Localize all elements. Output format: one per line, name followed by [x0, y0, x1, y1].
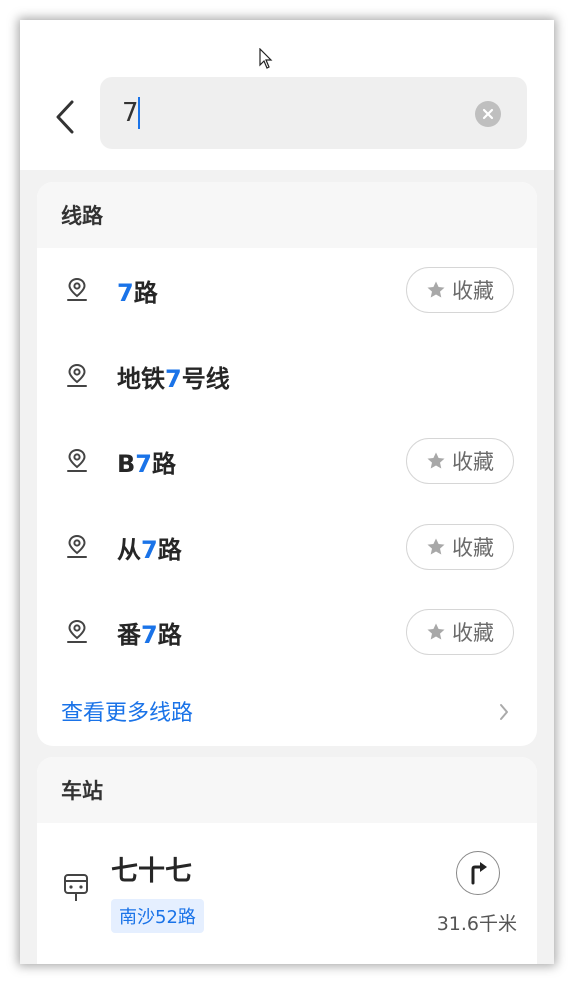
- route-name: 番7路: [117, 615, 182, 650]
- route-name-prefix: 地铁: [117, 364, 165, 393]
- route-pin-icon: [67, 448, 87, 472]
- route-name: 7路: [117, 273, 158, 308]
- route-name: 地铁7号线: [117, 359, 230, 394]
- route-name: B7路: [117, 444, 176, 479]
- favorite-label: 收藏: [452, 621, 494, 645]
- navigate-button[interactable]: [456, 851, 500, 895]
- route-pin-icon: [67, 619, 87, 643]
- route-item[interactable]: 番7路 收藏: [37, 590, 537, 676]
- view-more-routes-label: 查看更多线路: [61, 700, 194, 726]
- clear-search-button[interactable]: [475, 101, 501, 127]
- route-item[interactable]: 地铁7号线: [37, 334, 537, 420]
- text-caret: [138, 97, 140, 129]
- view-more-routes-link[interactable]: 查看更多线路: [37, 676, 537, 746]
- route-name-match: 7: [135, 450, 152, 479]
- back-button[interactable]: [50, 97, 80, 137]
- station-line-badge: 南沙52路: [111, 899, 204, 933]
- close-circle-icon: [482, 108, 494, 120]
- navigate-turn-icon: [471, 862, 487, 885]
- bus-stop-icon: [64, 874, 88, 901]
- route-item[interactable]: 7路 收藏: [37, 248, 537, 334]
- search-input[interactable]: [122, 93, 452, 133]
- chevron-left-icon: [56, 100, 74, 134]
- chevron-right-icon: [500, 703, 508, 720]
- route-name-match: 7: [117, 279, 134, 308]
- route-list: 7路 收藏 地铁7号线 B7路 收藏 从7路 收藏 番7路 收藏: [37, 248, 537, 676]
- mouse-pointer-icon: [259, 48, 273, 69]
- route-name-suffix: 路: [157, 621, 182, 650]
- station-distance: 31.6千米: [436, 913, 517, 935]
- routes-card: 线路 7路 收藏 地铁7号线 B7路 收藏 从7路 收藏 番7路 收藏 查看更多线路: [37, 182, 537, 746]
- stations-card: 车站 七十七 南沙52路 31.6千米: [37, 757, 537, 964]
- route-name-suffix: 号线: [181, 364, 230, 393]
- favorite-label: 收藏: [452, 279, 494, 303]
- star-icon: [427, 623, 445, 640]
- route-name-suffix: 路: [133, 279, 158, 308]
- route-name: 从7路: [117, 530, 182, 565]
- station-name: 七十七: [111, 856, 192, 887]
- route-pin-icon: [67, 277, 87, 301]
- favorite-button[interactable]: 收藏: [406, 438, 514, 484]
- favorite-label: 收藏: [452, 535, 494, 560]
- favorite-button[interactable]: 收藏: [406, 267, 514, 313]
- star-icon: [427, 538, 445, 554]
- star-icon: [427, 281, 445, 298]
- routes-section-title: 线路: [37, 182, 537, 248]
- search-header: [20, 20, 554, 170]
- route-name-prefix: B: [117, 450, 136, 479]
- search-box[interactable]: [100, 77, 527, 149]
- star-icon: [427, 452, 445, 469]
- route-name-match: 7: [165, 364, 182, 393]
- station-item[interactable]: 七十七 南沙52路 31.6千米: [37, 823, 537, 964]
- route-name-prefix: 从: [117, 535, 141, 564]
- route-pin-icon: [67, 363, 87, 387]
- route-name-suffix: 路: [152, 450, 176, 479]
- route-name-match: 7: [141, 621, 158, 650]
- route-item[interactable]: B7路 收藏: [37, 419, 537, 505]
- app-window: 线路 7路收藏地铁7号线B7路收藏从7路收藏番7路收藏 查看更多线路 车站 七十…: [20, 20, 554, 964]
- route-name-prefix: 番: [117, 621, 141, 650]
- stations-section-title: 车站: [37, 757, 537, 823]
- route-name-match: 7: [141, 535, 158, 564]
- route-item[interactable]: 从7路 收藏: [37, 505, 537, 591]
- favorite-label: 收藏: [452, 450, 494, 474]
- route-pin-icon: [67, 534, 87, 558]
- route-name-suffix: 路: [157, 535, 182, 564]
- favorite-button[interactable]: 收藏: [406, 523, 514, 570]
- favorite-button[interactable]: 收藏: [406, 609, 514, 655]
